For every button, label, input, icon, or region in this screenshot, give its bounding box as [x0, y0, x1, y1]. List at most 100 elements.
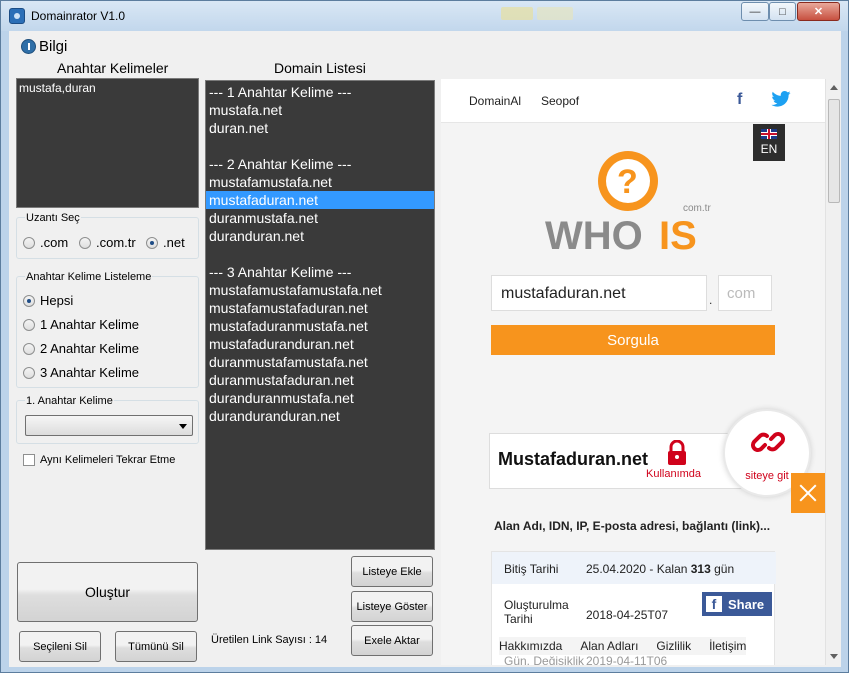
info-row-expiry: Bitiş Tarihi 25.04.2020 - Kalan 313 gün [492, 552, 776, 584]
radio-ext-comtr[interactable]: .com.tr [79, 235, 136, 250]
domain-list-item[interactable]: duranmustafaduran.net [206, 371, 434, 389]
domain-list-item[interactable]: duranduranmustafa.net [206, 389, 434, 407]
listing-group-label: Anahtar Kelime Listeleme [25, 271, 153, 283]
radio-list-1[interactable]: 1 Anahtar Kelime [23, 317, 139, 332]
result-status: Kullanımda [646, 468, 702, 480]
maximize-button[interactable]: □ [769, 2, 796, 21]
domain-list-item[interactable]: duranduran.net [206, 227, 434, 245]
footer-link-about[interactable]: Hakkımızda [499, 639, 562, 653]
domain-list-item[interactable]: duranmustafamustafa.net [206, 353, 434, 371]
extension-group: Uzantı Seç .com .com.tr .net [16, 212, 199, 259]
client-area: Bilgi Anahtar Kelimeler mustafa,duran Uz… [9, 31, 841, 667]
domain-list-item[interactable]: duran.net [206, 119, 434, 137]
no-repeat-label: Aynı Kelimeleri Tekrar Etme [40, 454, 176, 466]
lock-icon [668, 440, 686, 465]
close-button[interactable]: ✕ [797, 2, 840, 21]
title-bar[interactable]: Domainrator V1.0 — □ ✕ [1, 1, 848, 31]
facebook-icon[interactable]: f [737, 91, 742, 109]
info-key: Oluşturulma Tarihi [504, 598, 569, 626]
domain-list-item[interactable]: duranduranduran.net [206, 407, 434, 425]
create-button[interactable]: Oluştur [17, 562, 198, 622]
minimize-button[interactable]: — [741, 2, 769, 21]
radio-list-3[interactable]: 3 Anahtar Kelime [23, 365, 139, 380]
domain-list-item[interactable]: mustafa.net [206, 101, 434, 119]
radio-ext-com-label: .com [40, 235, 69, 250]
delete-selected-button[interactable]: Seçileni Sil [19, 631, 101, 662]
whois-logo: ? WHO IS com.tr [545, 151, 711, 258]
delete-all-button[interactable]: Tümünü Sil [115, 631, 197, 662]
domain-list-item[interactable] [206, 245, 434, 263]
add-to-list-button[interactable]: Listeye Ekle [351, 556, 433, 587]
domain-list-item[interactable] [206, 137, 434, 155]
tld-dot: . [709, 293, 713, 307]
facebook-share-icon: f [706, 596, 722, 612]
footer-link-domains[interactable]: Alan Adları [580, 639, 638, 653]
chain-link-icon [751, 432, 785, 452]
domain-list-title: Domain Listesi [274, 60, 366, 76]
first-keyword-group-label: 1. Anahtar Kelime [25, 395, 114, 407]
close-icon[interactable] [791, 473, 825, 513]
uk-flag-icon [761, 129, 777, 139]
scroll-up-icon[interactable] [830, 85, 838, 90]
language-switch[interactable]: EN [753, 124, 785, 161]
info-icon[interactable] [21, 39, 36, 54]
nav-link-seopof[interactable]: Seopof [541, 94, 579, 108]
radio-dot-selected [23, 294, 35, 307]
domain-list[interactable]: --- 1 Anahtar Kelime --- mustafa.net duran… [205, 80, 435, 550]
chevron-down-icon [179, 424, 187, 429]
query-button[interactable]: Sorgula [491, 325, 775, 355]
domain-list-item[interactable]: mustafamustafa.net [206, 173, 434, 191]
nav-link-domainal[interactable]: DomainAl [469, 94, 521, 108]
radio-ext-net[interactable]: .net [146, 235, 185, 250]
domain-list-item[interactable]: mustafaduran.net [206, 191, 434, 209]
logo-text: WHO [545, 214, 643, 258]
whois-domain-input[interactable]: mustafaduran.net [491, 275, 707, 311]
footer-link-contact[interactable]: İletişim [709, 639, 746, 653]
show-list-button[interactable]: Listeye Göster [351, 591, 433, 622]
first-keyword-dropdown[interactable] [25, 415, 193, 436]
link-count-label: Üretilen Link Sayısı : 14 [211, 634, 328, 646]
web-browser: DomainAl Seopof f EN ? WHO IS com.tr mus… [441, 79, 825, 665]
whois-description: Alan Adı, IDN, IP, E-posta adresi, bağla… [494, 519, 771, 533]
domain-list-item[interactable]: mustafaduranmustafa.net [206, 317, 434, 335]
radio-ext-com[interactable]: .com [23, 235, 68, 250]
domain-list-item[interactable]: mustafamustafaduran.net [206, 299, 434, 317]
domain-list-item[interactable]: duranmustafa.net [206, 209, 434, 227]
browser-scrollbar[interactable] [825, 79, 841, 665]
info-menu[interactable]: Bilgi [39, 38, 67, 55]
info-key: Gün. Değişiklik [504, 654, 585, 665]
export-excel-button[interactable]: Exele Aktar [351, 625, 433, 656]
domain-list-item[interactable]: --- 2 Anahtar Kelime --- [206, 155, 434, 173]
keywords-input[interactable]: mustafa,duran [16, 78, 199, 208]
radio-dot [23, 236, 35, 249]
radio-dot [79, 236, 91, 249]
titlebar-ghost-tab [537, 7, 573, 20]
radio-ext-comtr-label: .com.tr [96, 235, 136, 250]
web-footer: Hakkımızda Alan Adları Gizlilik İletişim [499, 637, 747, 655]
facebook-share-button[interactable]: f Share [702, 592, 772, 616]
domain-list-item[interactable]: --- 1 Anahtar Kelime --- [206, 83, 434, 101]
extension-group-label: Uzantı Seç [25, 212, 81, 224]
scroll-down-icon[interactable] [830, 654, 838, 659]
checkbox-box [23, 454, 35, 466]
no-repeat-checkbox[interactable]: Aynı Kelimeleri Tekrar Etme [23, 454, 175, 466]
radio-list-all-label: Hepsi [40, 293, 74, 308]
footer-link-privacy[interactable]: Gizlilik [656, 639, 691, 653]
domain-list-item[interactable]: mustafamustafamustafa.net [206, 281, 434, 299]
radio-list-all[interactable]: Hepsi [23, 293, 73, 308]
result-domain: Mustafaduran.net [498, 449, 649, 469]
whois-tld-input[interactable]: com [718, 275, 772, 311]
svg-text:?: ? [617, 163, 638, 201]
language-label: EN [760, 142, 778, 156]
scroll-thumb[interactable] [828, 99, 840, 203]
domain-list-item[interactable]: --- 3 Anahtar Kelime --- [206, 263, 434, 281]
info-value: 25.04.2020 - Kalan 313 gün [586, 562, 735, 576]
info-value: 2018-04-25T07 [586, 608, 669, 622]
radio-dot [23, 366, 35, 379]
radio-dot [23, 318, 35, 331]
radio-list-2[interactable]: 2 Anahtar Kelime [23, 341, 139, 356]
window-title: Domainrator V1.0 [31, 9, 126, 23]
domain-list-item[interactable]: mustafaduranduran.net [206, 335, 434, 353]
info-key: Bitiş Tarihi [504, 562, 559, 576]
twitter-icon[interactable] [771, 91, 791, 107]
